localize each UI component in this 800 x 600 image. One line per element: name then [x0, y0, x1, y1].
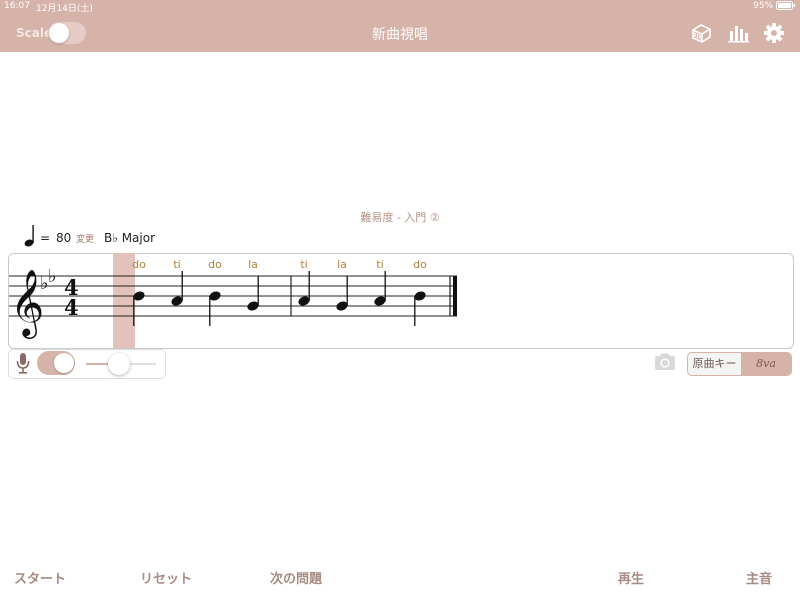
- microphone-icon: [16, 353, 30, 374]
- quarter-note: [414, 291, 426, 326]
- music-staff: 𝄞 ♭ ♭ 4 4: [9, 266, 457, 339]
- toggle-knob: [54, 353, 74, 373]
- original-key-option[interactable]: 原曲キー: [688, 353, 741, 375]
- solfege-label: do: [208, 258, 222, 271]
- quarter-note: [209, 291, 221, 326]
- solfege-label: ti: [376, 258, 384, 271]
- time-signature-bottom: 4: [64, 295, 79, 320]
- flat-e-icon: ♭: [48, 266, 57, 287]
- volume-slider-knob[interactable]: [108, 353, 130, 375]
- final-barline-thick: [453, 276, 457, 316]
- solfege-label: do: [132, 258, 146, 271]
- key-octave-selector: 原曲キー 8va: [687, 352, 792, 376]
- solfege-label: ti: [173, 258, 181, 271]
- solfege-label: la: [248, 258, 258, 271]
- reset-button[interactable]: リセット: [140, 568, 192, 587]
- tonic-button[interactable]: 主音: [746, 568, 772, 587]
- next-question-button[interactable]: 次の問題: [270, 568, 322, 587]
- camera-icon[interactable]: [653, 352, 677, 372]
- quarter-note: [247, 276, 259, 311]
- quarter-note: [133, 291, 145, 326]
- quarter-note: [336, 276, 348, 311]
- play-button[interactable]: 再生: [618, 568, 644, 587]
- solfege-label: do: [413, 258, 427, 271]
- solfege-label: la: [337, 258, 347, 271]
- octave-option[interactable]: 8va: [741, 353, 791, 375]
- notes: [133, 271, 426, 326]
- solfege-label: ti: [300, 258, 308, 271]
- start-button[interactable]: スタート: [14, 568, 66, 587]
- microphone-toggle[interactable]: [37, 351, 75, 375]
